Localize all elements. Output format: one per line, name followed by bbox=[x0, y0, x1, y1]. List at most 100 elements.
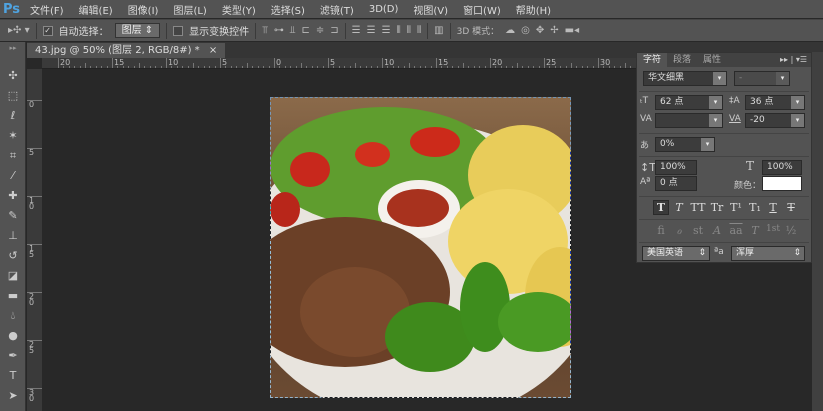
distribute-hcenter-icon[interactable]: ⫴ bbox=[407, 25, 411, 36]
font-size-field[interactable]: 62 点 ▾ bbox=[655, 95, 723, 110]
menu-edit[interactable]: 编辑(E) bbox=[79, 2, 113, 17]
healing-tool-icon[interactable]: ✚ bbox=[0, 186, 26, 206]
tab-character[interactable]: 字符 bbox=[637, 53, 668, 67]
pen-tool-icon[interactable]: ✒ bbox=[0, 346, 26, 366]
menu-view[interactable]: 视图(V) bbox=[413, 2, 448, 17]
collapse-icon[interactable]: ▸▸ bbox=[0, 42, 26, 66]
faux-italic-button[interactable]: T bbox=[671, 201, 687, 214]
eyedropper-tool-icon[interactable]: ⁄ bbox=[0, 166, 26, 186]
gradient-tool-icon[interactable]: ▬ bbox=[0, 286, 26, 306]
tsume-field[interactable]: 0% ▾ bbox=[655, 137, 715, 152]
menu-select[interactable]: 选择(S) bbox=[271, 2, 305, 17]
font-style-select[interactable]: - ▾ bbox=[734, 71, 790, 86]
type-tool-icon[interactable]: T bbox=[0, 366, 26, 386]
language-select[interactable]: 美国英语 ⇕ bbox=[642, 246, 710, 261]
distribute-top-icon[interactable]: ☰ bbox=[352, 25, 361, 36]
path-select-tool-icon[interactable]: ➤ bbox=[0, 386, 26, 406]
kerning-field[interactable]: ▾ bbox=[655, 113, 723, 128]
3d-pan-icon[interactable]: ✥ bbox=[536, 25, 544, 36]
stamp-tool-icon[interactable]: ⊥ bbox=[0, 226, 26, 246]
swash-button[interactable]: A bbox=[709, 224, 725, 237]
distribute-bottom-icon[interactable]: ☰ bbox=[382, 25, 391, 36]
faux-bold-button[interactable]: T bbox=[653, 201, 669, 214]
menu-window[interactable]: 窗口(W) bbox=[463, 2, 501, 17]
distribute-right-icon[interactable]: ⫴ bbox=[417, 25, 421, 36]
ruler-minor-tick bbox=[90, 66, 92, 68]
menu-filter[interactable]: 滤镜(T) bbox=[320, 2, 354, 17]
3d-slide-icon[interactable]: ✢ bbox=[550, 25, 558, 36]
superscript-button[interactable]: T¹ bbox=[728, 201, 744, 214]
eraser-tool-icon[interactable]: ◪ bbox=[0, 266, 26, 286]
ruler-minor-tick bbox=[236, 66, 238, 68]
marquee-tool-icon[interactable]: ⬚ bbox=[0, 86, 26, 106]
menu-3d[interactable]: 3D(D) bbox=[369, 4, 399, 15]
ruler-tick bbox=[490, 58, 491, 68]
blur-tool-icon[interactable]: 💧︎ bbox=[0, 306, 26, 326]
ruler-minor-tick bbox=[371, 66, 373, 68]
history-brush-tool-icon[interactable]: ↺ bbox=[0, 246, 26, 266]
3d-rotate-icon[interactable]: ☁ bbox=[505, 25, 515, 36]
align-hcenter-icon[interactable]: ≑ bbox=[316, 25, 324, 36]
stylistic-alternates-button[interactable]: aa bbox=[728, 224, 744, 237]
align-bottom-icon[interactable]: ⫫ bbox=[290, 25, 296, 36]
underline-button[interactable]: T bbox=[765, 201, 781, 214]
ordinals-button[interactable]: 1st bbox=[765, 224, 781, 234]
menu-file[interactable]: 文件(F) bbox=[30, 2, 64, 17]
ligatures-button[interactable]: fi bbox=[653, 224, 669, 237]
menu-type[interactable]: 类型(Y) bbox=[222, 2, 256, 17]
tracking-field[interactable]: -20 ▾ bbox=[745, 113, 805, 128]
align-right-icon[interactable]: ⊐ bbox=[330, 25, 338, 36]
distribute-left-icon[interactable]: ⫴ bbox=[397, 25, 401, 36]
leading-field[interactable]: 36 点 ▾ bbox=[745, 95, 805, 110]
ruler-tick bbox=[112, 58, 113, 68]
ruler-minor-tick bbox=[182, 66, 184, 68]
tab-properties[interactable]: 属性 bbox=[697, 53, 727, 67]
crop-tool-icon[interactable]: ⌗ bbox=[0, 146, 26, 166]
3d-scale-icon[interactable]: ▬◂ bbox=[565, 25, 579, 36]
lasso-tool-icon[interactable]: ℓ bbox=[0, 106, 26, 126]
auto-select-dropdown[interactable]: 图层 ⇕ bbox=[114, 23, 161, 38]
discretionary-ligatures-button[interactable]: ℴ bbox=[671, 224, 687, 237]
ruler-minor-tick bbox=[565, 66, 567, 68]
tab-paragraph[interactable]: 段落 bbox=[667, 53, 697, 67]
move-tool-icon[interactable]: ✣ bbox=[0, 66, 26, 86]
show-transform-checkbox[interactable] bbox=[173, 25, 184, 36]
auto-align-icon[interactable]: ▥ bbox=[434, 25, 443, 36]
ruler-minor-tick bbox=[468, 66, 470, 68]
tsume-value: 0% bbox=[660, 139, 675, 149]
small-caps-button[interactable]: Tr bbox=[709, 201, 725, 214]
vertical-ruler[interactable]: 0 5 10 15 20 25 30 bbox=[27, 69, 42, 411]
ruler-minor-tick bbox=[333, 66, 335, 68]
move-tool-preset-icon[interactable]: ▸✣ ▾ bbox=[8, 25, 30, 36]
strikethrough-button[interactable]: T bbox=[783, 201, 799, 214]
titling-alternates-button[interactable]: T bbox=[747, 224, 763, 237]
close-tab-icon[interactable]: × bbox=[209, 45, 217, 56]
chevron-down-icon: ▾ bbox=[791, 114, 804, 127]
chevron-down-icon: ▾ bbox=[713, 72, 726, 85]
document-tab[interactable]: 43.jpg @ 50% (图层 2, RGB/8#) * × bbox=[27, 43, 226, 58]
subscript-button[interactable]: T₁ bbox=[747, 201, 763, 214]
ruler-minor-tick bbox=[230, 66, 232, 68]
baseline-shift-field[interactable]: 0 点 bbox=[655, 176, 697, 191]
vertical-scale-field[interactable]: 100% bbox=[655, 160, 697, 175]
3d-roll-icon[interactable]: ◎ bbox=[521, 25, 530, 36]
old-style-button[interactable]: st bbox=[690, 224, 706, 237]
all-caps-button[interactable]: TT bbox=[690, 201, 706, 214]
auto-select-checkbox[interactable]: ✓ bbox=[42, 25, 53, 36]
align-vcenter-icon[interactable]: ⊶ bbox=[274, 25, 284, 36]
text-color-swatch[interactable] bbox=[762, 176, 802, 191]
fractions-button[interactable]: ½ bbox=[783, 224, 799, 237]
align-top-icon[interactable]: ⫪ bbox=[262, 25, 268, 36]
panel-menu-icon[interactable]: ▸▸ | ▾☰ bbox=[780, 53, 811, 67]
menu-layer[interactable]: 图层(L) bbox=[173, 2, 206, 17]
distribute-vcenter-icon[interactable]: ☰ bbox=[367, 25, 376, 36]
brush-tool-icon[interactable]: ✎ bbox=[0, 206, 26, 226]
quick-select-tool-icon[interactable]: ✶ bbox=[0, 126, 26, 146]
menu-image[interactable]: 图像(I) bbox=[128, 2, 159, 17]
align-left-icon[interactable]: ⊏ bbox=[301, 25, 309, 36]
horizontal-scale-field[interactable]: 100% bbox=[762, 160, 802, 175]
dodge-tool-icon[interactable]: ● bbox=[0, 326, 26, 346]
font-family-select[interactable]: 华文细黑 ▾ bbox=[643, 71, 727, 86]
menu-help[interactable]: 帮助(H) bbox=[516, 2, 551, 17]
antialias-select[interactable]: 浑厚 ⇕ bbox=[731, 246, 805, 261]
